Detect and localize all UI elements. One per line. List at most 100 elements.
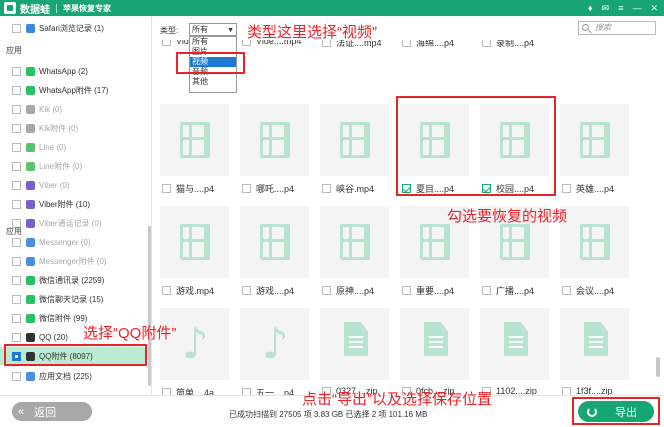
file-checkbox[interactable] (162, 40, 171, 46)
file-tile[interactable]: ♪ 五一....p4 (236, 308, 314, 395)
checkbox[interactable] (12, 351, 21, 361)
search-input[interactable]: 搜索 (578, 21, 656, 35)
type-option[interactable]: 音频 (190, 67, 236, 77)
app-icon (26, 142, 35, 152)
file-tile-footer: 五一....p4 (242, 386, 294, 395)
checkbox[interactable] (12, 313, 21, 323)
checkbox[interactable] (12, 66, 21, 76)
file-checkbox[interactable] (482, 184, 491, 193)
app-icon (26, 85, 35, 95)
file-tile[interactable]: 1f3f....zip (556, 308, 634, 395)
file-tile[interactable]: 录制....p4 (476, 40, 554, 101)
sidebar-item-safari[interactable]: Safari浏览记录 (1) (0, 19, 146, 37)
checkbox[interactable] (12, 85, 21, 95)
type-option[interactable]: 图片 (190, 47, 236, 57)
app-icon (26, 313, 35, 323)
annotation-text-export: 点击“导出”以及选择保存位置 (302, 391, 492, 408)
file-tile[interactable]: 峡谷.mp4 (316, 104, 394, 205)
checkbox[interactable] (12, 123, 21, 133)
sidebar-item[interactable]: Messenger附件 (0) (0, 252, 146, 270)
window-controls: ♦ ✉ ≡ — ✕ (588, 3, 658, 14)
file-checkbox[interactable] (562, 184, 571, 193)
file-name: 猫与....p4 (176, 184, 215, 194)
checkbox[interactable] (12, 180, 21, 190)
file-name: 1102....zip (496, 386, 537, 395)
file-tile[interactable]: 1102....zip (476, 308, 554, 395)
export-button[interactable]: 导出 (578, 401, 654, 422)
sidebar-item[interactable]: 微信通讯录 (2259) (0, 271, 146, 289)
sidebar-item[interactable]: Kik (0) (0, 100, 146, 118)
sidebar-item[interactable]: Line (0) (0, 138, 146, 156)
file-tile[interactable]: 法证....mp4 (316, 40, 394, 101)
checkbox[interactable] (12, 161, 21, 171)
app-icon (26, 237, 35, 247)
file-tile[interactable]: 游戏....p4 (236, 206, 314, 307)
sidebar-item[interactable]: 微信聊天记录 (15) (0, 290, 146, 308)
checkbox[interactable] (12, 256, 21, 266)
checkbox[interactable] (12, 294, 21, 304)
file-checkbox[interactable] (482, 286, 491, 295)
grid-scrollbar[interactable] (656, 357, 660, 377)
file-checkbox[interactable] (402, 184, 411, 193)
sidebar-item[interactable]: WhatsApp (2) (0, 62, 146, 80)
sidebar-item-app-docs[interactable]: 应用文档 (225) (0, 367, 146, 385)
file-checkbox[interactable] (162, 388, 171, 395)
checkbox[interactable] (12, 237, 21, 247)
file-checkbox[interactable] (402, 40, 411, 47)
checkbox[interactable] (12, 275, 21, 285)
file-checkbox[interactable] (562, 386, 571, 395)
sidebar-item[interactable]: Line附件 (0) (0, 157, 146, 175)
type-option[interactable]: 所有 (190, 37, 236, 47)
minimize-icon[interactable]: — (632, 3, 641, 13)
type-option[interactable]: 视频 (190, 57, 236, 67)
file-checkbox[interactable] (242, 388, 251, 395)
file-tile[interactable]: 夏目....p4 (396, 104, 474, 205)
checkbox[interactable] (12, 332, 21, 342)
sidebar-item[interactable]: WhatsApp附件 (17) (0, 81, 146, 99)
checkbox[interactable] (12, 199, 21, 209)
sidebar-item[interactable]: Kik附件 (0) (0, 119, 146, 137)
file-tile[interactable]: 海绵....p4 (396, 40, 474, 101)
app-icon (26, 161, 35, 171)
file-tile[interactable]: 英雄....p4 (556, 104, 634, 205)
sidebar-scrollbar[interactable] (148, 226, 151, 386)
title-bar: 数据蛙 苹果恢复专家 ♦ ✉ ≡ — ✕ (0, 0, 664, 16)
file-thumbnail (320, 308, 389, 380)
vip-icon[interactable]: ♦ (588, 3, 593, 13)
type-select-value: 所有 (192, 25, 208, 34)
file-checkbox[interactable] (322, 184, 331, 193)
file-tile[interactable]: 0fcb....zip (396, 308, 474, 395)
video-file-icon (500, 224, 530, 260)
back-button[interactable]: « 返回 (12, 402, 92, 421)
menu-icon[interactable]: ≡ (618, 3, 623, 13)
checkbox[interactable] (12, 23, 21, 33)
sidebar-item[interactable]: Viber (0) (0, 176, 146, 194)
type-option[interactable]: 其他 (190, 77, 236, 87)
file-tile[interactable]: 哪吒....p4 (236, 104, 314, 205)
file-tile[interactable]: Vide....mp4 (236, 40, 314, 101)
file-checkbox[interactable] (562, 286, 571, 295)
file-tile[interactable]: 游戏.mp4 (156, 206, 234, 307)
sidebar-item[interactable]: Viber附件 (10) (0, 195, 146, 213)
file-checkbox[interactable] (162, 286, 171, 295)
file-tile[interactable]: 校园....p4 (476, 104, 554, 205)
file-tile[interactable]: 猫与....p4 (156, 104, 234, 205)
file-tile[interactable]: 原神....p4 (316, 206, 394, 307)
video-file-icon (340, 122, 370, 158)
file-tile[interactable]: 0327....zip (316, 308, 394, 395)
file-checkbox[interactable] (242, 286, 251, 295)
checkbox[interactable] (12, 142, 21, 152)
file-checkbox[interactable] (242, 184, 251, 193)
type-select[interactable]: 所有 ▼ (189, 23, 237, 36)
file-checkbox[interactable] (322, 286, 331, 295)
close-icon[interactable]: ✕ (650, 3, 658, 14)
checkbox[interactable] (12, 371, 21, 381)
file-checkbox[interactable] (162, 184, 171, 193)
file-thumbnail (160, 104, 229, 176)
file-checkbox[interactable] (482, 40, 491, 47)
file-tile[interactable]: 会议....p4 (556, 206, 634, 307)
mail-icon[interactable]: ✉ (602, 3, 610, 14)
file-checkbox[interactable] (402, 286, 411, 295)
checkbox[interactable] (12, 104, 21, 114)
sidebar-item[interactable]: QQ附件 (8097) (0, 347, 146, 365)
